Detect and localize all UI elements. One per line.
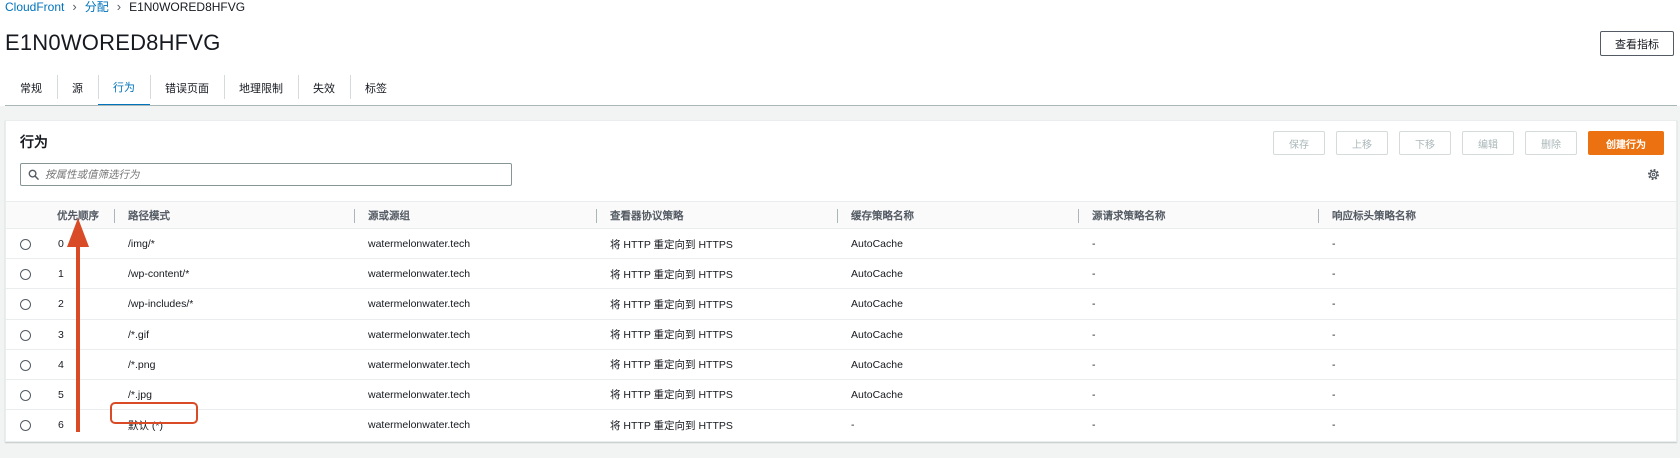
up-arrow-annotation <box>67 218 89 432</box>
page: CloudFront › 分配 › E1N0WORED8HFVG E1N0WOR… <box>0 0 1680 458</box>
